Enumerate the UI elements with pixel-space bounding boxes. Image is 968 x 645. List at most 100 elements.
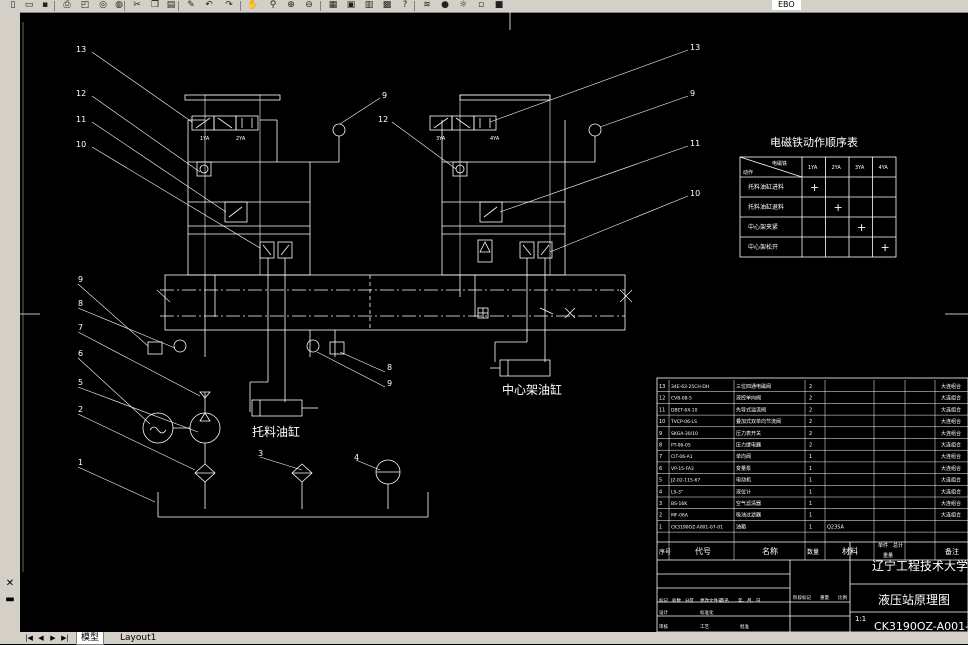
- bom-code: JZ-02-115-67: [670, 478, 700, 484]
- bom-note: 大连组合: [941, 418, 961, 425]
- toolbar-separator: [240, 1, 241, 11]
- calculator-icon[interactable]: ▩: [380, 0, 394, 11]
- drawing-title: 液压站原理图: [878, 592, 950, 607]
- directional-valve-right[interactable]: [429, 115, 497, 131]
- bom-name: 变量泵: [736, 465, 751, 472]
- sun-icon[interactable]: ☼: [456, 0, 470, 11]
- pressure-switch-right[interactable]: [306, 339, 345, 355]
- bulb-icon[interactable]: ●: [438, 0, 452, 11]
- valve-label-3ya: 3YA: [436, 136, 446, 142]
- close-icon[interactable]: ✕: [3, 578, 17, 590]
- pump-motor-group[interactable]: [142, 391, 221, 444]
- left-valve-stack[interactable]: 1YA 2YA: [184, 94, 346, 276]
- manifold-block[interactable]: [156, 274, 633, 331]
- bom-qty: 1: [809, 454, 812, 460]
- undo-icon[interactable]: ↶: [202, 0, 216, 11]
- bom-qty: 2: [809, 384, 812, 390]
- bom-note: 大连组合: [941, 453, 961, 460]
- throttle-valves-right[interactable]: [519, 241, 553, 259]
- sequence-table-grid: 电磁铁动作 1YA 2YA 3YA 4YA 托料油缸进料 + 托料油缸退料 + 中心架夹紧 + 中心架…: [739, 156, 897, 258]
- tab-nav-next-button[interactable]: ▶: [48, 633, 58, 643]
- properties-icon[interactable]: ▦: [326, 0, 340, 11]
- tab-nav-prev-button[interactable]: ◀: [36, 633, 46, 643]
- title-block-cell: 阶段标记: [793, 594, 811, 601]
- suction-filter[interactable]: [194, 443, 216, 509]
- match-icon[interactable]: ✎: [184, 0, 198, 11]
- bom-note: 大连组合: [941, 488, 961, 495]
- bom-header-total: 总计: [893, 542, 903, 549]
- level-gauge[interactable]: [375, 459, 401, 509]
- cylinder-left[interactable]: [251, 399, 318, 417]
- svg-text:13: 13: [690, 43, 700, 52]
- tab-nav-first-button[interactable]: |◀: [24, 633, 34, 643]
- pressure-gauge-right-top[interactable]: [588, 123, 602, 137]
- save-icon[interactable]: ▪: [38, 0, 52, 11]
- valve-label-2ya: 2YA: [236, 136, 246, 142]
- valve-label-4ya: 4YA: [490, 136, 500, 142]
- drawing-code: CK3190OZ-A001-01: [874, 620, 968, 632]
- title-block-cell: 标记: [659, 597, 668, 604]
- pressure-switch-left[interactable]: [147, 339, 187, 355]
- design-center-icon[interactable]: ▣: [344, 0, 358, 11]
- preview-icon[interactable]: ◰: [78, 0, 92, 11]
- sequence-header-cell: 4YA: [879, 165, 889, 171]
- pressure-gauge-left-top[interactable]: [332, 123, 346, 137]
- toolbar-separator: [178, 1, 179, 11]
- bom-name: 油箱: [736, 523, 746, 530]
- bom-note: 大连组合: [941, 406, 961, 413]
- layers-icon[interactable]: ≋: [420, 0, 434, 11]
- svg-text:8: 8: [387, 363, 392, 372]
- bom-header-single: 单件: [878, 542, 888, 549]
- throttle-valves-left[interactable]: [259, 241, 293, 259]
- bom-qty: 2: [809, 431, 812, 437]
- bom-no: 6: [659, 466, 662, 472]
- valve-label-1ya: 1YA: [200, 136, 210, 142]
- bom-qty: 1: [809, 466, 812, 472]
- drawing-canvas[interactable]: 1YA 2YA 3YA 4YA 托料油缸 中心架油缸 13 12 11 10 9…: [20, 12, 968, 632]
- tab-nav-last-button[interactable]: ▶|: [60, 633, 70, 643]
- zoom-previous-icon[interactable]: ⊖: [302, 0, 316, 11]
- sequence-header-cell: 3YA: [855, 165, 865, 171]
- air-breather[interactable]: [291, 463, 313, 509]
- cut-icon[interactable]: ✂: [130, 0, 144, 11]
- zoom-window-icon[interactable]: ⊕: [284, 0, 298, 11]
- bom-qty: 2: [809, 407, 812, 413]
- cylinder-right[interactable]: [490, 359, 551, 377]
- oil-tank[interactable]: [157, 492, 429, 518]
- bom-header-qty: 数量: [807, 548, 819, 556]
- command-line-icon[interactable]: ▬: [3, 594, 17, 606]
- right-valve-stack[interactable]: 3YA 4YA: [429, 94, 602, 276]
- sequence-row-label: 中心架夹紧: [748, 223, 778, 231]
- paste-icon[interactable]: ▤: [164, 0, 178, 11]
- bom-no: 2: [659, 513, 662, 519]
- bom-code: TVCP-06-LS: [670, 419, 697, 425]
- bom-name: 叠加式双单向节流阀: [736, 418, 781, 425]
- check-valve-left[interactable]: [196, 161, 212, 177]
- directional-valve-left[interactable]: [191, 115, 259, 131]
- title-block-cell: 工艺: [700, 624, 709, 630]
- toolbar-separator: [124, 1, 125, 11]
- lock-icon[interactable]: ▫: [474, 0, 488, 11]
- toolbar-separator: [54, 1, 55, 11]
- tool-palette-icon[interactable]: ▥: [362, 0, 376, 11]
- copy-icon[interactable]: ❐: [148, 0, 162, 11]
- color-icon[interactable]: ■: [492, 0, 506, 11]
- bom-code: CK3190OZ-A001-07-01: [671, 524, 723, 530]
- tab-layout1[interactable]: Layout1: [116, 632, 160, 644]
- svg-text:9: 9: [387, 379, 392, 388]
- layer-dropdown[interactable]: EBO: [772, 0, 801, 10]
- pan-icon[interactable]: ✋: [246, 0, 260, 11]
- bom-no: 13: [659, 384, 665, 390]
- title-block-cell: 批准: [740, 623, 749, 630]
- plot-icon[interactable]: ◎: [96, 0, 110, 11]
- new-icon[interactable]: ▯: [6, 0, 20, 11]
- help-icon[interactable]: ?: [398, 0, 412, 11]
- redo-icon[interactable]: ↷: [222, 0, 236, 11]
- print-icon[interactable]: ⎙: [60, 0, 74, 11]
- bom-name: 空气滤清器: [736, 500, 761, 507]
- zoom-realtime-icon[interactable]: ⚲: [266, 0, 280, 11]
- bom-code: VP-15-FA3: [671, 466, 694, 472]
- tab-model[interactable]: 模型: [76, 632, 105, 645]
- bom-table: 13 34E-63-25CH-DH 三位四通电磁阀 2 大连组合12 CV8-08-5 液控…: [657, 380, 968, 560]
- open-icon[interactable]: ▭: [22, 0, 36, 11]
